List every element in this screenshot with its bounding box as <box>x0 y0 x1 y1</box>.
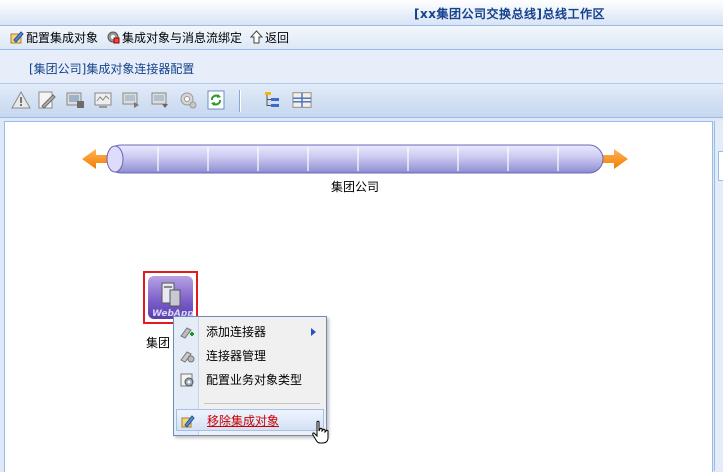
toolbar <box>0 84 723 118</box>
refresh-icon[interactable] <box>206 90 226 110</box>
monitor-icon[interactable] <box>93 90 113 110</box>
node-label: 集团 <box>146 336 171 350</box>
bind-message-flow-link[interactable]: 集成对象与消息流绑定 <box>106 30 242 46</box>
menu-item-remove-integration-object[interactable]: 移除集成对象 <box>176 409 324 431</box>
gear-icon <box>107 31 120 44</box>
bus-pipe[interactable] <box>82 142 628 176</box>
breadcrumb: [集团公司]集成对象连接器配置 <box>29 62 195 76</box>
bind-message-flow-label: 集成对象与消息流绑定 <box>122 31 243 45</box>
toolbar-separator <box>239 90 241 112</box>
menu-item-add-connector[interactable]: 添加连接器 <box>176 321 324 343</box>
connector-manage-icon <box>180 351 195 363</box>
warning-icon[interactable] <box>11 90 31 110</box>
bus-label: 集团公司 <box>331 180 380 194</box>
nav-bar: 配置集成对象 集成对象与消息流绑定 返回 <box>0 26 723 50</box>
config-type-icon <box>180 373 194 387</box>
tree-icon[interactable] <box>262 90 282 110</box>
settings-icon[interactable] <box>178 90 198 110</box>
menu-item-config-business-type[interactable]: 配置业务对象类型 <box>176 369 324 391</box>
menu-item-label: 移除集成对象 <box>207 414 280 428</box>
back-label: 返回 <box>265 31 290 45</box>
export-icon[interactable] <box>121 90 141 110</box>
config-pencil-icon <box>10 31 24 44</box>
download-icon[interactable] <box>150 90 170 110</box>
config-integration-object-link[interactable]: 配置集成对象 <box>10 30 98 46</box>
import-icon[interactable] <box>65 90 85 110</box>
title-bar: [xx集团公司交换总线]总线工作区 <box>0 0 723 26</box>
layout-icon[interactable] <box>292 90 312 110</box>
menu-item-label: 添加连接器 <box>206 325 267 339</box>
menu-item-label: 配置业务对象类型 <box>206 373 303 387</box>
page-title: [xx集团公司交换总线]总线工作区 <box>414 7 605 21</box>
right-panel-tab[interactable] <box>718 151 723 181</box>
edit-icon[interactable] <box>37 90 57 110</box>
hand-cursor-icon <box>312 420 329 444</box>
up-arrow-icon <box>249 30 264 44</box>
menu-separator <box>204 403 320 404</box>
menu-item-label: 连接器管理 <box>206 349 267 363</box>
breadcrumb-bar: [集团公司]集成对象连接器配置 <box>0 50 723 84</box>
submenu-arrow-icon <box>311 328 316 336</box>
config-integration-object-label: 配置集成对象 <box>26 31 99 45</box>
menu-item-connector-manage[interactable]: 连接器管理 <box>176 345 324 367</box>
context-menu: 添加连接器 连接器管理 配置业务对象类型 移除集成对象 <box>173 316 327 436</box>
add-connector-icon <box>180 327 194 339</box>
right-panel <box>714 121 723 471</box>
remove-object-icon <box>181 415 195 428</box>
webapp-icon: WebApp <box>148 276 194 319</box>
back-link[interactable]: 返回 <box>249 30 290 46</box>
